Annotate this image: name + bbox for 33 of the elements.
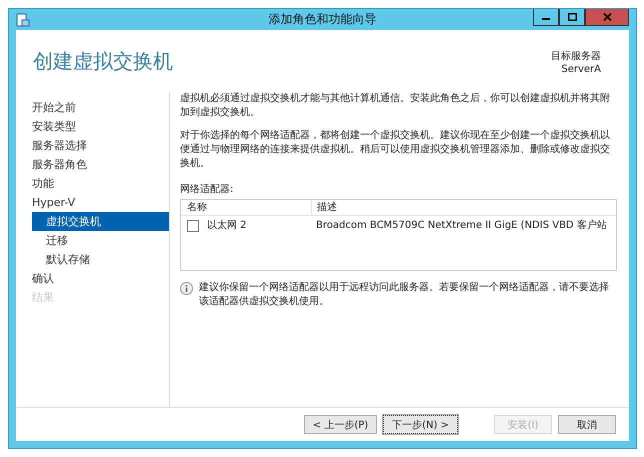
close-button[interactable] <box>585 9 629 26</box>
adapters-label: 网络适配器: <box>180 183 234 197</box>
adapter-description: Broadcom BCM5709C NetXtreme II GigE (NDIS VBD 客户站 <box>315 219 608 232</box>
sidebar-item[interactable]: 迁移 <box>32 231 169 250</box>
sidebar-item[interactable]: 服务器角色 <box>32 155 169 174</box>
sidebar-item[interactable]: Hyper-V <box>32 193 169 212</box>
page-title: 创建虚拟交换机 <box>33 48 173 75</box>
info-message: 建议你保留一个网络适配器以用于远程访问此服务器。若要保留一个网络适配器，请不要选择该适配器供虚拟交换机使用。 <box>199 281 610 309</box>
target-server-label: 目标服务器 <box>551 50 601 63</box>
column-header[interactable]: 描述 <box>311 200 616 215</box>
sidebar-item[interactable]: 开始之前 <box>32 98 169 117</box>
wizard-button[interactable]: 下一步(N) > <box>383 415 458 434</box>
sidebar-item[interactable]: 安装类型 <box>32 117 169 136</box>
wizard-button[interactable]: < 上一步(P) <box>304 415 378 434</box>
description-paragraph: 虚拟机必须通过虚拟交换机才能与其他计算机通信。安装此角色之后，你可以创建虚拟机并将其附加到虚拟交换机。 <box>180 92 611 120</box>
app-icon <box>16 12 30 26</box>
close-icon <box>602 13 612 21</box>
column-header[interactable]: 名称 <box>181 200 311 215</box>
description-paragraph: 对于你选择的每个网络适配器，都将创建一个虚拟交换机。建议你现在至少创建一个虚拟交换机以便通过与物理网络的连接来提供虚拟机。稍后可以使用虚拟交换机管理器添加、删除或修改虚拟交换机。 <box>180 129 611 171</box>
target-server-name: ServerA <box>561 63 601 76</box>
sidebar-item[interactable]: 服务器选择 <box>32 136 169 155</box>
sidebar-item[interactable]: 确认 <box>32 269 169 288</box>
minimize-button[interactable] <box>533 9 559 26</box>
wizard-button[interactable]: 取消 <box>558 415 616 434</box>
sidebar-item[interactable]: 功能 <box>32 174 169 193</box>
window-title: 添加角色和功能向导 <box>268 11 376 28</box>
maximize-button[interactable] <box>559 9 585 26</box>
checkbox[interactable] <box>187 220 199 232</box>
info-icon <box>180 282 193 295</box>
adapter-name: 以太网 2 <box>207 219 247 232</box>
sidebar-item[interactable]: 默认存储 <box>32 250 169 269</box>
maximize-icon <box>568 13 576 21</box>
sidebar-item[interactable]: 虚拟交换机 <box>32 212 169 231</box>
